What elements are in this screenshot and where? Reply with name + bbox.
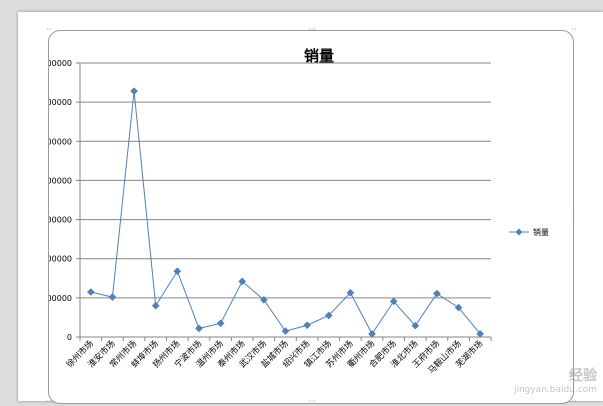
watermark-site: jingyan.baidu.com [513, 385, 597, 395]
data-point-1 [108, 293, 117, 301]
data-point-2 [130, 87, 138, 96]
resize-handle-bottom-left[interactable]: ·· [45, 398, 53, 406]
y-tick-label-100000: 100000 [49, 294, 72, 303]
data-point-16 [433, 289, 441, 298]
resize-handle-top[interactable]: ··· [308, 26, 316, 34]
resize-handle-bottom-right[interactable]: ·· [570, 398, 578, 406]
y-tick-label-200000: 200000 [49, 255, 72, 264]
resize-handle-top-right[interactable]: ·· [570, 26, 578, 34]
data-point-6 [216, 319, 225, 328]
line-chart: 销量01000002000003000004000005000006000007… [49, 47, 549, 376]
y-tick-label-500000: 500000 [49, 137, 72, 146]
chart-title: 销量 [304, 47, 334, 65]
y-tick-label-700000: 700000 [49, 59, 72, 68]
data-point-10 [303, 321, 311, 330]
legend-label: 销量 [533, 227, 549, 237]
y-tick-label-0: 0 [67, 333, 72, 342]
watermark-name: 经验 [569, 368, 597, 384]
data-point-3 [151, 301, 160, 310]
legend-marker [515, 228, 523, 236]
document-page: 销量01000002000003000004000005000006000007… [18, 12, 603, 406]
resize-handle-top-left[interactable]: ·· [45, 26, 53, 34]
data-point-4 [173, 267, 182, 276]
y-tick-label-600000: 600000 [49, 98, 72, 107]
data-point-5 [195, 324, 203, 333]
chart-object[interactable]: 销量01000002000003000004000005000006000007… [48, 30, 574, 404]
resize-handle-bottom[interactable]: ··· [308, 398, 316, 406]
data-point-13 [368, 330, 376, 338]
watermark: 经验 jingyan.baidu.com [514, 365, 597, 395]
y-tick-label-400000: 400000 [49, 176, 72, 185]
data-point-9 [281, 327, 290, 335]
resize-handle-right[interactable]: · · [570, 208, 578, 224]
data-point-0 [86, 288, 95, 296]
resize-handle-left[interactable]: · · [45, 208, 53, 224]
